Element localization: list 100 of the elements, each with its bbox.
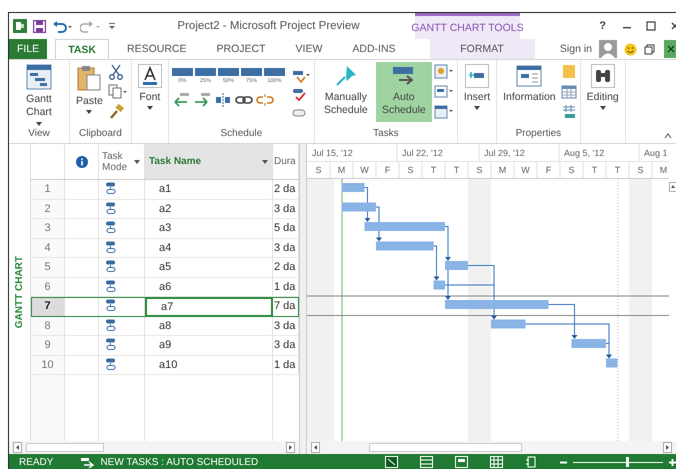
mark-on-track-icon[interactable]: [290, 88, 307, 102]
row-number: 4: [44, 242, 51, 254]
link-arrow: [433, 246, 440, 280]
zoom-in-icon[interactable]: [669, 458, 676, 466]
task-name: a3: [159, 222, 172, 234]
maximize-icon[interactable]: [646, 21, 656, 31]
team-planner-icon[interactable]: [455, 456, 468, 468]
row-number: 7: [44, 300, 51, 312]
row-number: 1: [44, 183, 51, 196]
sign-in-link[interactable]: Sign in: [560, 43, 592, 55]
table-row[interactable]: 2 a2 3 da: [31, 200, 299, 219]
scrollbar-thumb[interactable]: [26, 443, 104, 452]
auto-scheduled-icon: [105, 318, 116, 333]
gantt-chart-button[interactable]: Gantt Chart: [12, 62, 66, 128]
table-row[interactable]: 9 a9 3 da: [31, 336, 299, 356]
ribbon-tab[interactable]: ADD-INS: [340, 39, 408, 59]
format-painter-icon[interactable]: [108, 104, 124, 120]
calendar-icon[interactable]: [560, 84, 577, 100]
close-icon[interactable]: [664, 40, 676, 58]
schedule-mode-button[interactable]: Auto Schedule: [376, 62, 432, 122]
avatar-icon[interactable]: [599, 40, 617, 58]
ribbon-tab[interactable]: RESOURCE: [115, 39, 199, 59]
task-name: a7: [161, 300, 174, 313]
status-text[interactable]: NEW TASKS : AUTO SCHEDULED: [100, 456, 258, 468]
info-icon: [76, 156, 88, 168]
close-icon[interactable]: [670, 21, 676, 31]
row-number: 10: [41, 358, 54, 371]
new-tasks-icon: [81, 456, 94, 468]
gantt-view-icon[interactable]: [385, 456, 398, 468]
schedule-mode-button[interactable]: Manually Schedule: [318, 62, 374, 122]
ribbon-tab[interactable]: FORMAT: [430, 39, 535, 59]
scroll-left-icon[interactable]: [311, 442, 320, 453]
mode-icon[interactable]: [434, 84, 454, 100]
timescale-label: T: [454, 165, 460, 175]
task-usage-icon[interactable]: [420, 456, 433, 468]
indent-icon[interactable]: [192, 92, 211, 108]
information-button[interactable]: Information: [500, 62, 559, 122]
table-row[interactable]: 1 a1 2 da: [31, 180, 299, 200]
pin-icon: [334, 64, 358, 88]
group-label: Properties: [514, 128, 562, 141]
scroll-up-icon[interactable]: [669, 182, 676, 192]
table-row[interactable]: 3 a3 5 da: [31, 219, 299, 238]
ribbon-tab[interactable]: PROJECT: [204, 39, 278, 59]
restore-icon[interactable]: [644, 44, 655, 54]
column-header[interactable]: Task Name: [145, 144, 273, 179]
customize-icon[interactable]: [108, 21, 116, 31]
table-row[interactable]: 8 a8 3 da: [31, 316, 299, 336]
copy-icon[interactable]: [108, 84, 128, 100]
timescale-label: F: [384, 165, 390, 175]
caret-icon: [146, 106, 153, 110]
status-text: READY: [19, 456, 54, 468]
font-button[interactable]: Font: [134, 62, 165, 122]
auto-scheduled-icon: [105, 260, 116, 274]
zoom-out-icon[interactable]: [560, 458, 567, 466]
cut-icon[interactable]: [108, 64, 124, 80]
table-row[interactable]: 6 a6 1 da: [31, 278, 299, 297]
timescale-label: W: [360, 165, 369, 175]
duration-cell: 5 da: [274, 222, 296, 234]
row-number: 6: [44, 280, 51, 293]
auto-scheduled-icon: [105, 240, 116, 255]
help-button[interactable]: ?: [597, 20, 608, 32]
zoom-slider[interactable]: [573, 456, 663, 468]
column-header[interactable]: Task Mode: [99, 144, 145, 179]
insert-button[interactable]: Insert: [460, 62, 494, 122]
report-icon[interactable]: [525, 456, 538, 468]
file-tab[interactable]: FILE: [9, 39, 48, 59]
caret-icon: [474, 106, 480, 110]
font-color-icon: [138, 64, 162, 88]
table-row[interactable]: 7 a7 7 da: [31, 297, 299, 316]
outdent-icon[interactable]: [172, 92, 190, 108]
undo-icon[interactable]: [52, 20, 74, 32]
inspect-icon[interactable]: [434, 64, 454, 80]
resource-sheet-icon[interactable]: [490, 456, 503, 468]
scrollbar-thumb[interactable]: [369, 443, 522, 452]
ribbon-tab[interactable]: VIEW: [284, 39, 334, 59]
timescale-label: M: [660, 165, 668, 175]
timescale-label: Aug 5, '12: [564, 148, 604, 158]
editing-button[interactable]: Editing: [584, 62, 622, 122]
timescale-label: T: [430, 165, 436, 175]
group-label: Tasks: [372, 128, 400, 141]
scroll-right-icon[interactable]: [286, 442, 295, 453]
scroll-left-icon[interactable]: [13, 442, 22, 453]
respect-links-icon[interactable]: [290, 70, 311, 84]
auto-scheduled-icon: [105, 221, 116, 236]
scroll-right-icon[interactable]: [663, 442, 672, 453]
table-row[interactable]: 5 a5 2 da: [31, 258, 299, 278]
task-info-icon[interactable]: [434, 104, 454, 120]
split-task-icon[interactable]: [214, 92, 232, 108]
collapse-ribbon-icon[interactable]: [664, 133, 672, 139]
column-header[interactable]: Dura: [273, 144, 299, 179]
row-number: 8: [44, 320, 51, 332]
baseline-icon[interactable]: [560, 104, 577, 120]
save-icon[interactable]: [33, 20, 46, 32]
auto-scheduled-icon: [105, 202, 116, 216]
smiley-icon[interactable]: [624, 42, 637, 56]
paste-button[interactable]: Paste: [73, 62, 106, 122]
table-row[interactable]: 4 a4 3 da: [31, 238, 299, 258]
duration-cell: 7 da: [274, 300, 296, 312]
row-number: 2: [44, 202, 51, 215]
ribbon-tab[interactable]: TASK: [55, 39, 109, 59]
